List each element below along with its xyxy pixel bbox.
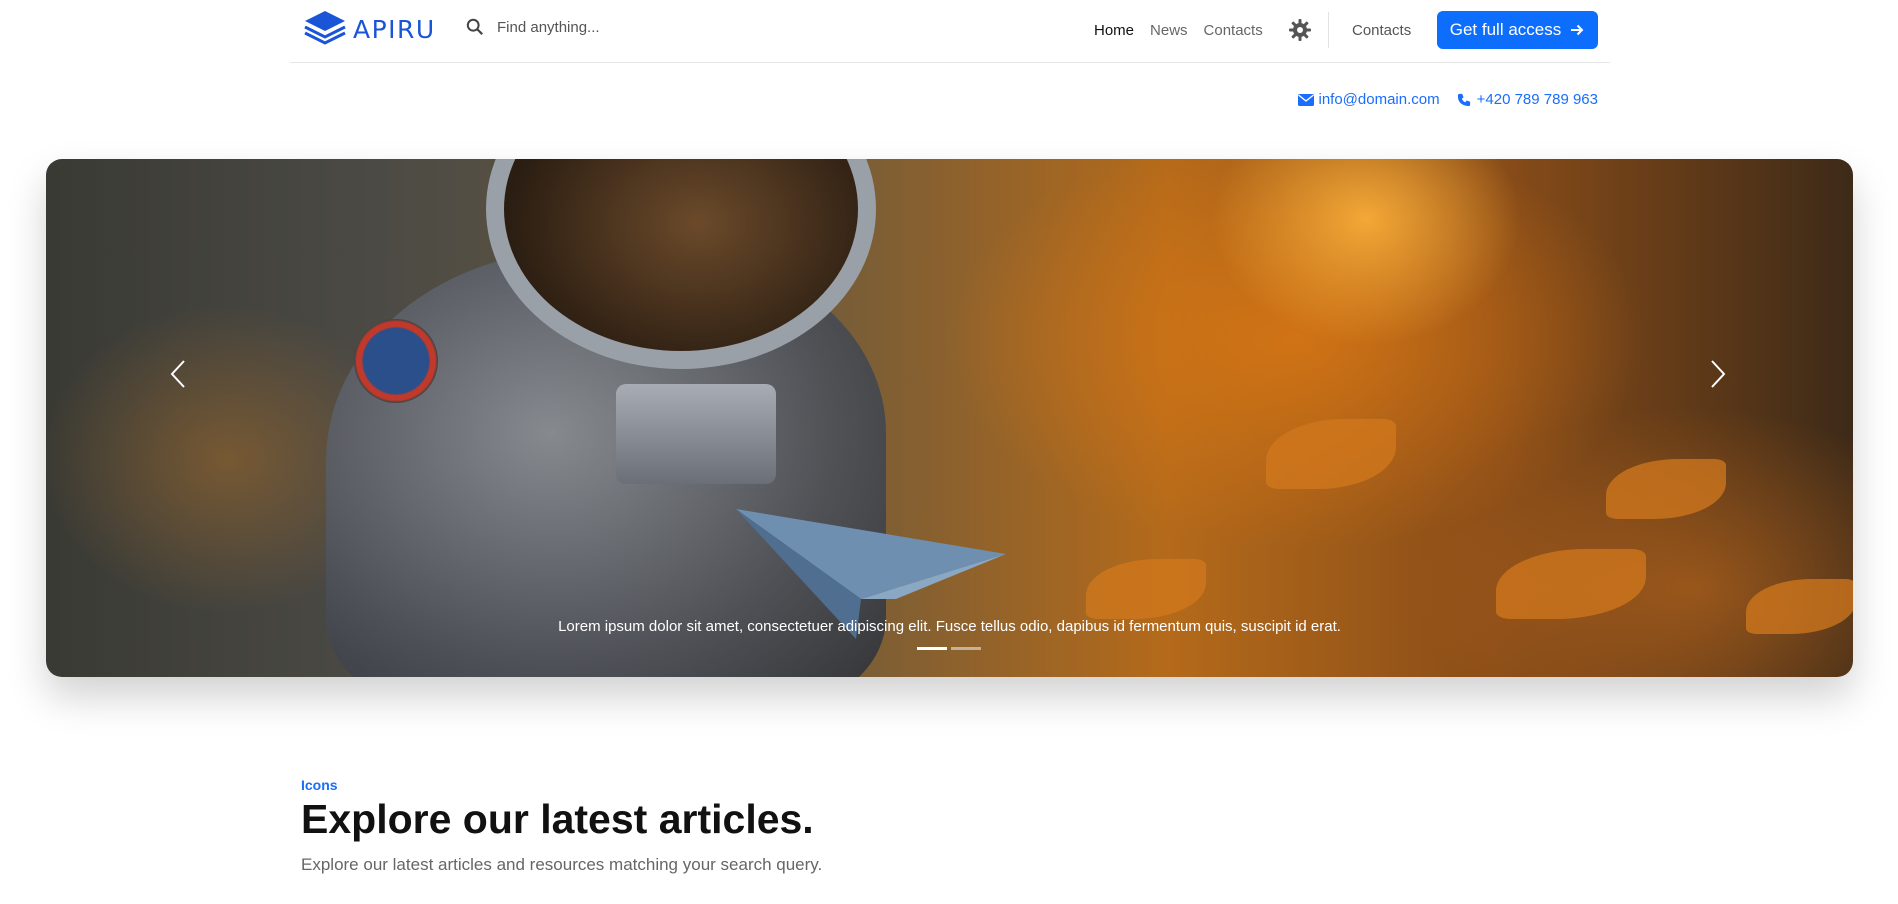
hero-image-chest-unit	[616, 384, 776, 484]
cta-label: Get full access	[1449, 20, 1562, 39]
email-text: info@domain.com	[1318, 91, 1440, 108]
search-icon	[466, 18, 483, 35]
top-navbar: APIRU Home News Contacts Contacts Get fu…	[290, 0, 1610, 63]
chevron-left-icon[interactable]	[168, 359, 188, 389]
phone-text: +420 789 789 963	[1476, 91, 1598, 108]
leaf-decoration	[1496, 549, 1646, 619]
leaf-decoration	[1606, 459, 1726, 519]
gear-icon[interactable]	[1288, 18, 1312, 42]
brand-logo[interactable]: APIRU	[301, 9, 441, 49]
contact-info: info@domain.com +420 789 789 963	[1297, 91, 1598, 108]
nav-divider	[1328, 12, 1329, 48]
carousel-indicator[interactable]	[951, 647, 981, 650]
brand-name: APIRU	[353, 14, 436, 44]
nav-home[interactable]: Home	[1094, 22, 1134, 39]
get-full-access-button[interactable]: Get full access	[1437, 11, 1598, 49]
phone-link[interactable]: +420 789 789 963	[1456, 91, 1598, 108]
search-input[interactable]	[497, 18, 797, 36]
section-kicker: Icons	[301, 777, 338, 793]
paper-plane-image	[736, 509, 1006, 639]
secondary-contacts-link[interactable]: Contacts	[1352, 22, 1411, 39]
envelope-icon	[1297, 93, 1314, 106]
email-link[interactable]: info@domain.com	[1297, 91, 1440, 108]
hero-image-patch	[354, 319, 438, 403]
nav-contacts[interactable]: Contacts	[1204, 22, 1263, 39]
carousel-indicator[interactable]	[917, 647, 947, 650]
hero-caption: Lorem ipsum dolor sit amet, consectetuer…	[558, 618, 1341, 635]
layers-icon	[304, 11, 346, 45]
carousel-indicators	[917, 647, 981, 650]
leaf-decoration	[1266, 419, 1396, 489]
arrow-right-icon	[1571, 24, 1584, 36]
search-bar	[466, 18, 797, 36]
section-subtitle: Explore our latest articles and resource…	[301, 855, 823, 874]
main-nav: Home News Contacts	[1094, 22, 1263, 39]
hero-carousel: Lorem ipsum dolor sit amet, consectetuer…	[46, 159, 1853, 677]
section-title: Explore our latest articles.	[301, 796, 814, 842]
leaf-decoration	[1086, 559, 1206, 619]
chevron-right-icon[interactable]	[1708, 359, 1728, 389]
phone-icon	[1457, 93, 1470, 106]
nav-news[interactable]: News	[1150, 22, 1188, 39]
